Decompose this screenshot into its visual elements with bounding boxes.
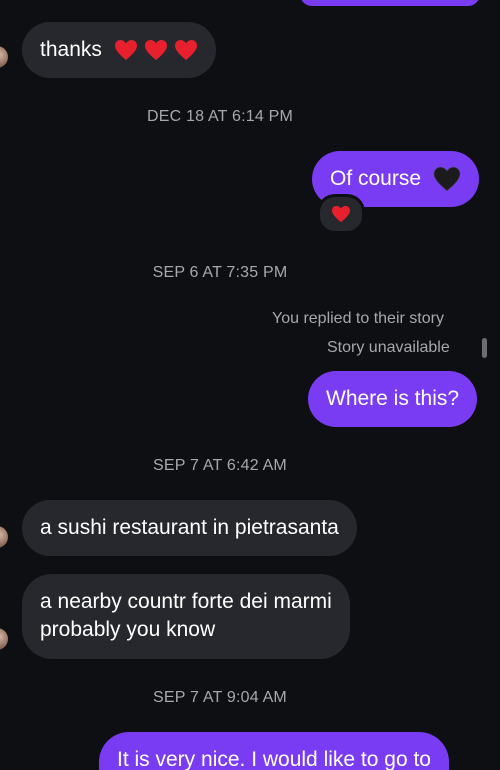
outgoing-message-very-nice[interactable]: It is very nice. I would like to go to	[99, 732, 449, 770]
message-reaction[interactable]	[317, 194, 365, 234]
timestamp: SEP 6 AT 7:35 PM	[152, 264, 288, 281]
red-heart-icon	[114, 39, 138, 61]
timestamp: SEP 7 AT 9:04 AM	[153, 689, 287, 706]
incoming-message-sushi[interactable]: a sushi restaurant in pietrasanta	[22, 500, 357, 556]
message-text: thanks	[40, 38, 102, 61]
red-heart-icon	[174, 39, 198, 61]
timestamp: DEC 18 AT 6:14 PM	[147, 108, 293, 125]
incoming-message-nearby[interactable]: a nearby countr forte dei marmi probably…	[22, 574, 350, 659]
contact-avatar[interactable]	[0, 526, 8, 548]
outgoing-message-partial[interactable]	[300, 0, 480, 6]
story-unavailable-label: Story unavailable	[327, 339, 450, 356]
message-text: Of course	[330, 167, 422, 190]
message-text-line-2: probably you know	[40, 618, 216, 641]
black-heart-icon	[433, 166, 461, 192]
outgoing-message-where-is-this[interactable]: Where is this?	[308, 371, 478, 427]
timestamp: SEP 7 AT 6:42 AM	[153, 457, 287, 474]
message-text: Where is this?	[326, 387, 460, 410]
story-reply-label: You replied to their story	[272, 310, 444, 327]
story-reply-bar	[482, 338, 487, 358]
message-text: a sushi restaurant in pietrasanta	[40, 516, 339, 539]
message-text: It is very nice. I would like to go to	[117, 748, 431, 770]
message-text-line-1: a nearby countr forte dei marmi	[40, 590, 332, 613]
contact-avatar[interactable]	[0, 628, 8, 650]
red-heart-icon	[144, 39, 168, 61]
contact-avatar[interactable]	[0, 46, 8, 68]
chat-thread[interactable]: thanks DEC 18 AT 6:14 PM Of course SEP 6…	[0, 0, 500, 770]
red-heart-icon	[331, 205, 351, 223]
incoming-message-thanks[interactable]: thanks	[22, 22, 216, 78]
